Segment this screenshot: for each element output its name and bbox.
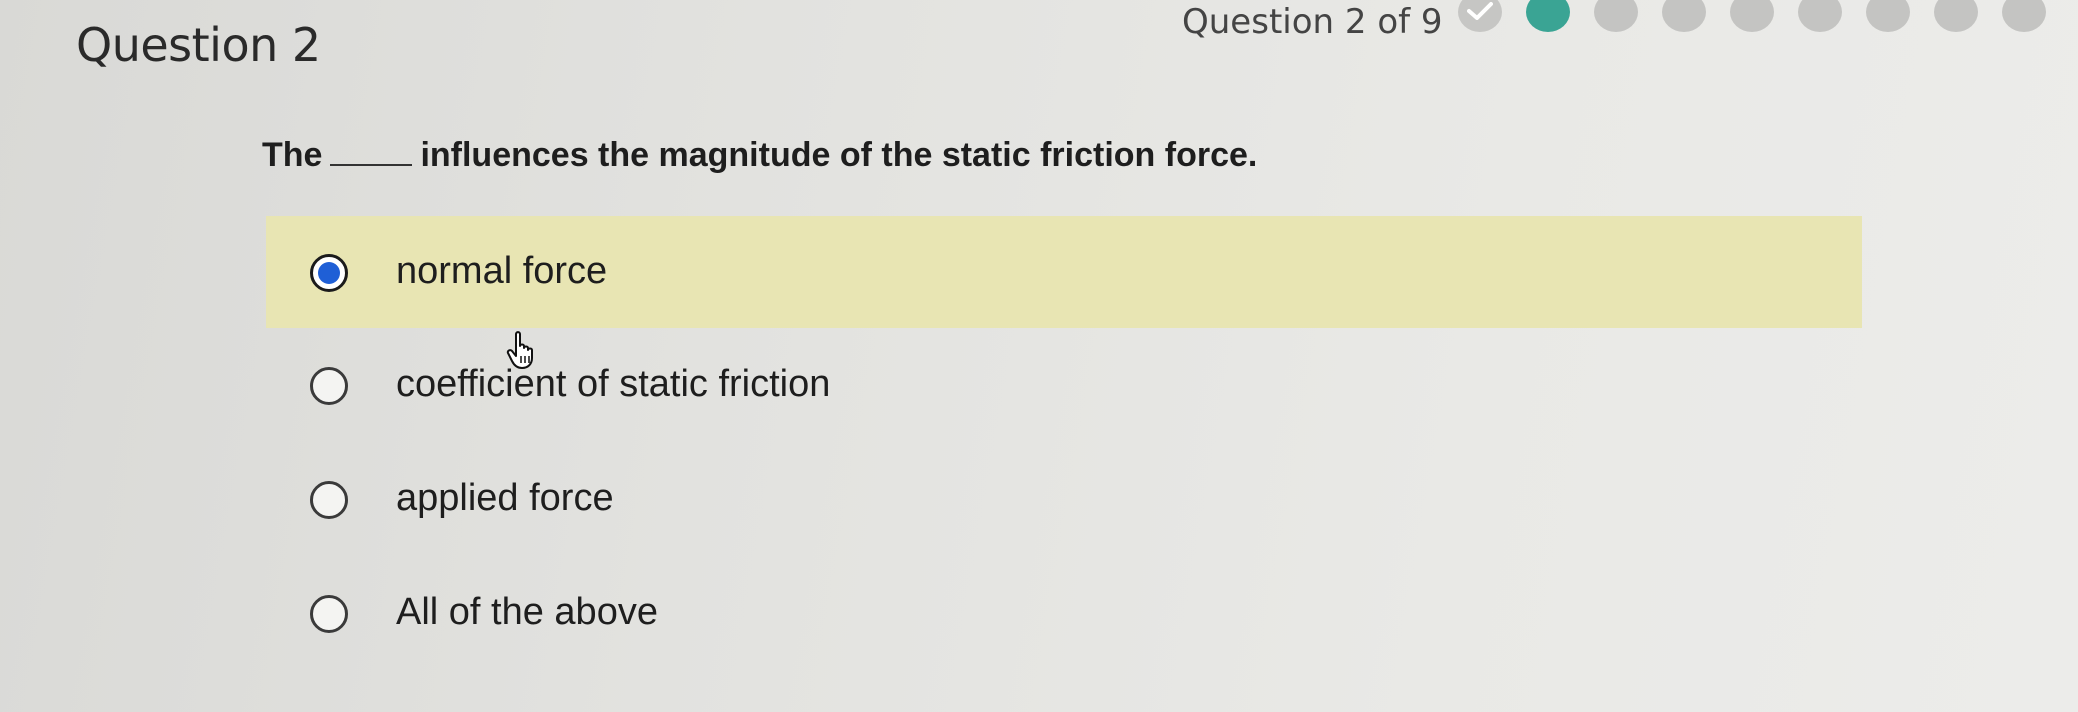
option-all-of-the-above[interactable]: All of the above [266, 557, 1862, 669]
radio-button[interactable] [310, 481, 348, 519]
option-applied-force[interactable]: applied force [266, 443, 1862, 555]
page-title: Question 2 [76, 18, 321, 72]
progress-dot-9[interactable] [2002, 0, 2046, 32]
radio-button-selected[interactable] [310, 254, 348, 292]
option-label[interactable]: coefficient of static friction [396, 363, 830, 406]
hand-pointer-icon [504, 330, 544, 375]
progress-dot-4[interactable] [1662, 0, 1706, 32]
question-prompt: The influences the magnitude of the stati… [262, 136, 1257, 175]
radio-button[interactable] [310, 595, 348, 633]
progress-label: Question 2 of 9 [1182, 2, 1443, 42]
check-icon [1467, 2, 1493, 20]
option-label[interactable]: applied force [396, 477, 614, 520]
option-label[interactable]: All of the above [396, 591, 658, 634]
option-normal-force[interactable]: normal force [266, 216, 1862, 328]
progress-dot-6[interactable] [1798, 0, 1842, 32]
question-progress-dots [1458, 0, 2078, 34]
question-suffix: influences the magnitude of the static f… [420, 136, 1258, 174]
option-label[interactable]: normal force [396, 250, 607, 293]
radio-button[interactable] [310, 367, 348, 405]
progress-dot-8[interactable] [1934, 0, 1978, 32]
progress-dot-2[interactable] [1526, 0, 1570, 32]
progress-dot-7[interactable] [1866, 0, 1910, 32]
progress-dot-1[interactable] [1458, 0, 1502, 32]
progress-dot-5[interactable] [1730, 0, 1774, 32]
answer-blank [330, 164, 413, 166]
progress-dot-3[interactable] [1594, 0, 1638, 32]
question-prefix: The [262, 136, 323, 174]
